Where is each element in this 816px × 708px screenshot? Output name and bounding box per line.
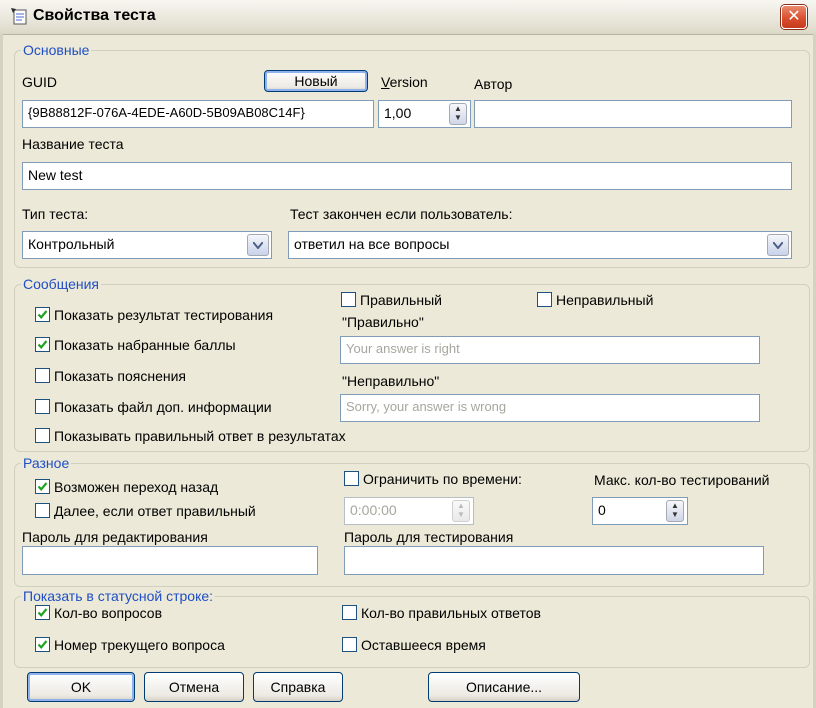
new-guid-button[interactable]: Новый bbox=[264, 70, 368, 92]
finish-condition-select[interactable]: ответил на все вопросы bbox=[288, 231, 792, 259]
help-button[interactable]: Справка bbox=[253, 672, 343, 702]
author-field[interactable] bbox=[474, 100, 792, 128]
close-icon[interactable]: ✕ bbox=[781, 5, 807, 29]
remaining-time-checkbox[interactable]: Оставшееся время bbox=[342, 637, 486, 653]
test-type-chevron-down-icon[interactable] bbox=[247, 234, 269, 256]
version-label: Version bbox=[381, 74, 428, 90]
checkmark-icon bbox=[35, 637, 50, 652]
max-attempts-spin-updown-icon[interactable]: ▲ ▼ bbox=[666, 500, 684, 522]
group-misc-legend: Разное bbox=[23, 455, 70, 471]
test-password-field[interactable] bbox=[344, 546, 764, 575]
title-bar: Свойства теста ✕ bbox=[0, 0, 816, 35]
allow-back-checkbox[interactable]: Возможен переход назад bbox=[35, 479, 218, 495]
correct-message-label: "Правильно" bbox=[342, 314, 424, 330]
correct-checkbox[interactable]: Правильный bbox=[341, 292, 442, 308]
finish-condition-chevron-down-icon[interactable] bbox=[767, 234, 789, 256]
show-info-file-checkbox[interactable]: Показать файл доп. информации bbox=[35, 399, 272, 415]
time-limit-checkbox[interactable]: Ограничить по времени: bbox=[344, 471, 522, 487]
group-basic-legend: Основные bbox=[23, 42, 90, 58]
max-attempts-label: Макс. кол-во тестирований bbox=[594, 472, 770, 488]
finish-condition-label: Тест закончен если пользователь: bbox=[290, 206, 513, 222]
correct-message-field[interactable]: Your answer is right bbox=[340, 336, 760, 364]
time-spin-updown-icon[interactable]: ▲ ▼ bbox=[452, 500, 470, 522]
test-name-field[interactable]: New test bbox=[22, 162, 792, 190]
checkmark-icon bbox=[35, 605, 50, 620]
incorrect-checkbox[interactable]: Неправильный bbox=[537, 292, 653, 308]
window-title: Свойства теста bbox=[33, 7, 156, 24]
next-if-correct-checkbox[interactable]: Далее, если ответ правильный bbox=[35, 503, 256, 519]
test-properties-icon bbox=[10, 7, 28, 25]
checkmark-icon bbox=[35, 307, 50, 322]
incorrect-message-field[interactable]: Sorry, your answer is wrong bbox=[340, 394, 760, 422]
version-spin-updown-icon[interactable]: ▲ ▼ bbox=[449, 103, 467, 125]
guid-field[interactable]: {9B88812F-076A-4EDE-A60D-5B09AB08C14F} bbox=[22, 100, 374, 128]
test-type-select[interactable]: Контрольный bbox=[22, 231, 272, 259]
test-password-label: Пароль для тестирования bbox=[344, 529, 514, 545]
edit-password-label: Пароль для редактирования bbox=[22, 529, 208, 545]
show-result-checkbox[interactable]: Показать результат тестирования bbox=[35, 307, 273, 323]
correct-count-checkbox[interactable]: Кол-во правильных ответов bbox=[342, 605, 541, 621]
guid-label: GUID bbox=[22, 74, 57, 90]
cancel-button[interactable]: Отмена bbox=[144, 672, 244, 702]
test-name-label: Название теста bbox=[22, 136, 124, 152]
checkmark-icon bbox=[35, 479, 50, 494]
group-statusbar-legend: Показать в статусной строке: bbox=[23, 588, 214, 604]
test-type-label: Тип теста: bbox=[22, 206, 89, 222]
show-explanations-checkbox[interactable]: Показать пояснения bbox=[35, 368, 186, 384]
show-points-checkbox[interactable]: Показать набранные баллы bbox=[35, 337, 236, 353]
group-messages-legend: Сообщения bbox=[23, 276, 99, 292]
group-statusbar: Показать в статусной строке: bbox=[14, 588, 810, 668]
author-label: Автор bbox=[474, 76, 513, 92]
question-count-checkbox[interactable]: Кол-во вопросов bbox=[35, 605, 162, 621]
description-button[interactable]: Описание... bbox=[428, 672, 580, 702]
show-correct-answer-checkbox[interactable]: Показывать правильный ответ в результата… bbox=[35, 428, 346, 444]
edit-password-field[interactable] bbox=[22, 546, 318, 575]
ok-button[interactable]: OK bbox=[27, 672, 135, 702]
checkmark-icon bbox=[35, 337, 50, 352]
incorrect-message-label: "Неправильно" bbox=[342, 373, 440, 389]
current-question-checkbox[interactable]: Номер трекущего вопроса bbox=[35, 637, 225, 653]
